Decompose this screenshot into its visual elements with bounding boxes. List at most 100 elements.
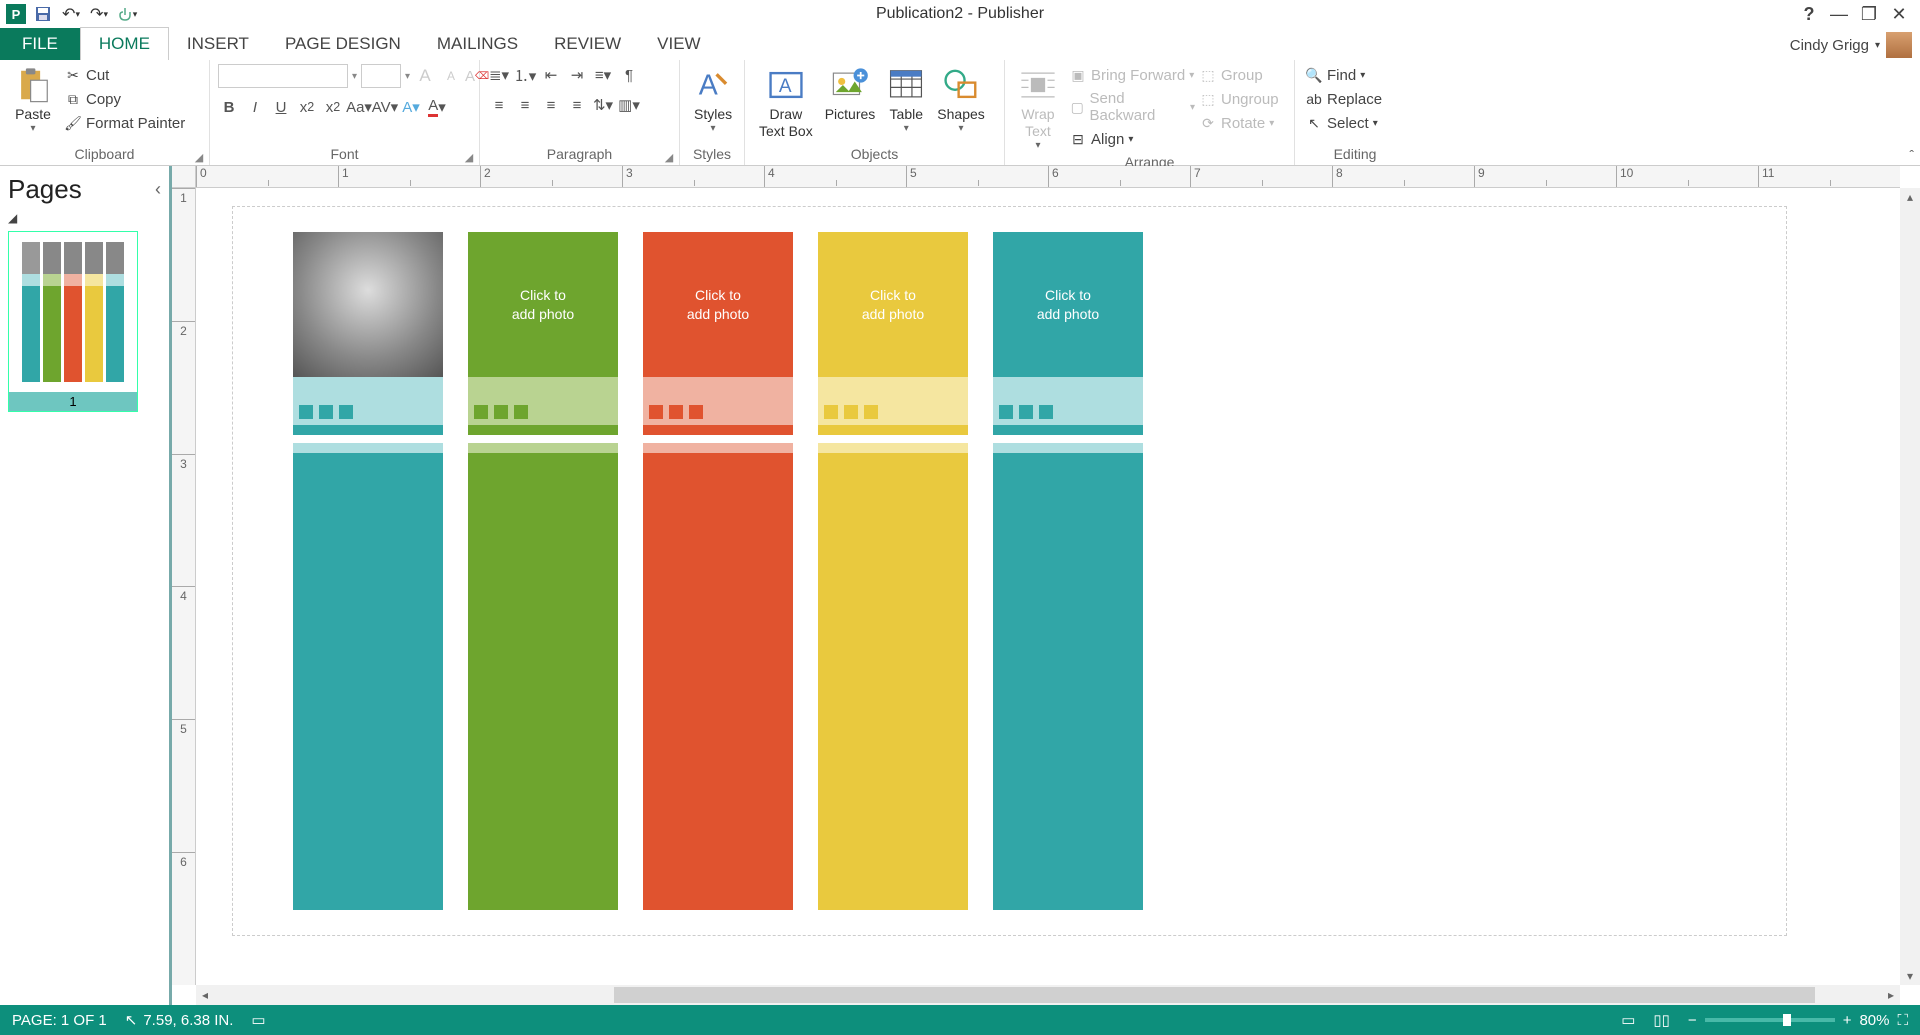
view-spread-icon[interactable]: ▯▯ — [1653, 1011, 1670, 1029]
send-backward-button[interactable]: ▢Send Backward▾ — [1067, 88, 1197, 126]
bookmark-strip[interactable]: Click to add photo — [643, 232, 793, 910]
scroll-thumb[interactable] — [614, 987, 1815, 1003]
outdent-button[interactable]: ⇤ — [540, 64, 562, 86]
change-case-button[interactable]: Aa▾ — [348, 96, 370, 118]
numbering-button[interactable]: ⒈▾ — [514, 64, 536, 86]
bold-button[interactable]: B — [218, 96, 240, 118]
replace-button[interactable]: abReplace — [1303, 88, 1384, 110]
paste-button[interactable]: Paste ▾ — [8, 64, 58, 137]
superscript-button[interactable]: x2 — [322, 96, 344, 118]
char-spacing-button[interactable]: AV▾ — [374, 96, 396, 118]
format-painter-button[interactable]: 🖌Format Painter — [62, 112, 187, 134]
columns-button[interactable]: ▥▾ — [618, 94, 640, 116]
subscript-button[interactable]: x2 — [296, 96, 318, 118]
tab-insert[interactable]: INSERT — [169, 28, 267, 60]
tab-page-design[interactable]: PAGE DESIGN — [267, 28, 419, 60]
undo-icon[interactable]: ↶▾ — [60, 3, 82, 25]
publication-page[interactable]: Click to add photoClick to add photoClic… — [232, 206, 1787, 936]
touch-mode-icon[interactable]: ▾ — [116, 3, 138, 25]
photo-placeholder[interactable]: Click to add photo — [468, 232, 618, 377]
shapes-button[interactable]: Shapes ▾ — [931, 64, 990, 137]
photo-placeholder[interactable]: Click to add photo — [818, 232, 968, 377]
italic-button[interactable]: I — [244, 96, 266, 118]
justify-button[interactable]: ≡ — [566, 94, 588, 116]
scroll-down-icon[interactable]: ▾ — [1901, 967, 1919, 985]
collapse-ribbon-icon[interactable]: ˆ — [1909, 147, 1914, 163]
minimize-icon[interactable]: — — [1828, 3, 1850, 25]
bring-forward-button[interactable]: ▣Bring Forward▾ — [1067, 64, 1197, 86]
wrap-text-button[interactable]: Wrap Text ▾ — [1013, 64, 1063, 154]
shrink-font-icon[interactable]: A — [440, 65, 462, 87]
align-center-button[interactable]: ≡ — [514, 94, 536, 116]
photo-placeholder[interactable]: Click to add photo — [993, 232, 1143, 377]
collapse-panel-icon[interactable]: ‹ — [155, 179, 161, 200]
view-single-icon[interactable]: ▭ — [1621, 1011, 1635, 1029]
tab-view[interactable]: VIEW — [639, 28, 718, 60]
copy-button[interactable]: ⧉Copy — [62, 88, 187, 110]
show-marks-button[interactable]: ¶ — [618, 64, 640, 86]
align-text-button[interactable]: ≡▾ — [592, 64, 614, 86]
underline-button[interactable]: U — [270, 96, 292, 118]
rotate-button[interactable]: ⟳Rotate▾ — [1197, 112, 1287, 134]
bookmark-strip[interactable] — [293, 232, 443, 910]
tab-home[interactable]: HOME — [80, 27, 169, 60]
save-icon[interactable] — [32, 3, 54, 25]
strip-body[interactable] — [818, 453, 968, 910]
bullets-button[interactable]: ≣▾ — [488, 64, 510, 86]
indent-button[interactable]: ⇥ — [566, 64, 588, 86]
strip-body[interactable] — [293, 453, 443, 910]
font-effects-button[interactable]: A▾ — [400, 96, 422, 118]
zoom-whole-page-icon[interactable]: ⛶ — [1897, 1012, 1908, 1029]
tab-file[interactable]: FILE — [0, 28, 80, 60]
photo-placeholder[interactable]: Click to add photo — [643, 232, 793, 377]
horizontal-scrollbar[interactable]: ◂ ▸ — [196, 985, 1900, 1005]
font-name-input[interactable] — [218, 64, 348, 88]
bookmark-strip[interactable]: Click to add photo — [468, 232, 618, 910]
page-indicator[interactable]: PAGE: 1 OF 1 — [12, 1012, 107, 1029]
dialog-launcher-icon[interactable]: ◢ — [663, 151, 675, 163]
bookmark-strip[interactable]: Click to add photo — [993, 232, 1143, 910]
align-left-button[interactable]: ≡ — [488, 94, 510, 116]
bookmark-strip[interactable]: Click to add photo — [818, 232, 968, 910]
tab-review[interactable]: REVIEW — [536, 28, 639, 60]
zoom-level[interactable]: 80% — [1859, 1012, 1889, 1029]
draw-textbox-button[interactable]: A Draw Text Box — [753, 64, 819, 142]
canvas[interactable]: 01234567891011 123456 Click to add photo… — [172, 166, 1920, 1005]
redo-icon[interactable]: ↷▾ — [88, 3, 110, 25]
align-right-button[interactable]: ≡ — [540, 94, 562, 116]
dialog-launcher-icon[interactable]: ◢ — [193, 151, 205, 163]
zoom-in-button[interactable]: + — [1843, 1012, 1852, 1029]
align-button[interactable]: ⊟Align▾ — [1067, 128, 1197, 150]
font-size-input[interactable] — [361, 64, 401, 88]
font-color-button[interactable]: A▾ — [426, 96, 448, 118]
scroll-up-icon[interactable]: ▴ — [1901, 188, 1919, 206]
vertical-scrollbar[interactable]: ▴ ▾ — [1900, 188, 1920, 985]
zoom-slider[interactable] — [1705, 1018, 1835, 1022]
user-account[interactable]: Cindy Grigg ▾ — [1790, 32, 1912, 58]
tab-mailings[interactable]: MAILINGS — [419, 28, 536, 60]
restore-icon[interactable]: ❐ — [1858, 3, 1880, 25]
dialog-launcher-icon[interactable]: ◢ — [463, 151, 475, 163]
styles-button[interactable]: A Styles ▾ — [688, 64, 738, 137]
scroll-left-icon[interactable]: ◂ — [196, 986, 214, 1004]
expand-arrow-icon[interactable]: ◢ — [8, 211, 161, 225]
grow-font-icon[interactable]: A — [414, 65, 436, 87]
strip-body[interactable] — [993, 453, 1143, 910]
photo-placeholder[interactable] — [293, 232, 443, 377]
strip-body[interactable] — [643, 453, 793, 910]
group-button[interactable]: ⬚Group — [1197, 64, 1287, 86]
ungroup-button[interactable]: ⬚Ungroup — [1197, 88, 1287, 110]
scroll-right-icon[interactable]: ▸ — [1882, 986, 1900, 1004]
object-size-icon[interactable]: ▭ — [251, 1011, 265, 1029]
page-thumbnail[interactable]: 1 — [8, 231, 138, 412]
zoom-out-button[interactable]: − — [1688, 1012, 1697, 1029]
table-button[interactable]: Table ▾ — [881, 64, 931, 137]
select-button[interactable]: ↖Select▾ — [1303, 112, 1384, 134]
cut-button[interactable]: ✂Cut — [62, 64, 187, 86]
help-icon[interactable]: ? — [1798, 3, 1820, 25]
strip-body[interactable] — [468, 453, 618, 910]
line-spacing-button[interactable]: ⇅▾ — [592, 94, 614, 116]
pictures-button[interactable]: Pictures — [819, 64, 882, 125]
find-button[interactable]: 🔍Find▾ — [1303, 64, 1384, 86]
close-icon[interactable]: ✕ — [1888, 3, 1910, 25]
